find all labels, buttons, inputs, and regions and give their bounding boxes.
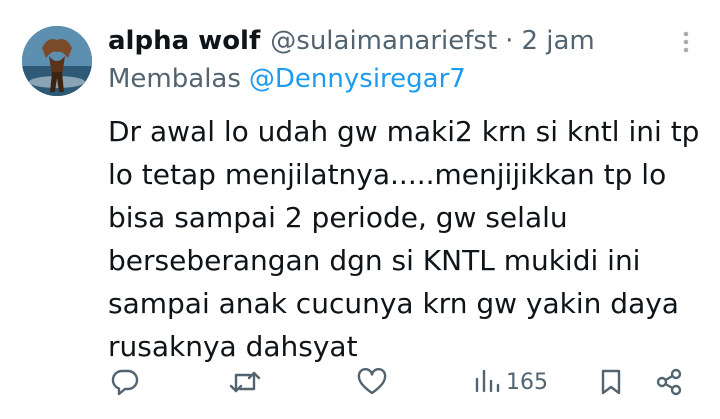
views-button[interactable]: 165 [474,366,548,398]
display-name[interactable]: alpha wolf [108,24,260,58]
share-icon [654,367,684,397]
share-button[interactable] [654,366,684,398]
separator-dot: · [505,26,514,56]
views-count: 165 [506,369,548,395]
avatar[interactable] [22,26,92,96]
heart-icon [356,367,388,397]
tweet-text-line: lo tetap menjilatnya.....menjijikkan tp … [108,158,667,191]
reply-icon [110,367,140,397]
tweet-text-line: berseberangan dgn si KNTL mukidi ini [108,244,641,277]
user-handle[interactable]: @sulaimanariefst [270,24,497,58]
retweet-icon [228,367,262,397]
reply-prefix: Membalas [108,64,241,94]
tweet-text-line: sampai anak cucunya krn gw yakin daya [108,287,679,320]
action-bar: 165 [0,360,720,404]
reply-button[interactable] [110,366,140,398]
views-icon [474,367,500,397]
retweet-button[interactable] [228,366,262,398]
like-button[interactable] [356,366,388,398]
timestamp[interactable]: 2 jam [521,24,594,58]
tweet-text-line: Dr awal lo udah gw maki2 krn si kntl ini… [108,115,700,148]
bookmark-button[interactable] [598,366,624,398]
reply-target-link[interactable]: @Dennysiregar7 [249,64,466,94]
bookmark-icon [598,367,624,397]
tweet[interactable]: alpha wolf @sulaimanariefst · 2 jam Memb… [0,0,720,419]
tweet-text: Dr awal lo udah gw maki2 krn si kntl ini… [108,110,708,368]
tweet-header: alpha wolf @sulaimanariefst · 2 jam [108,24,595,58]
tweet-text-line: bisa sampai 2 periode, gw selalu [108,201,568,234]
reply-context: Membalas @Dennysiregar7 [108,62,466,96]
more-options-icon[interactable] [676,28,696,56]
